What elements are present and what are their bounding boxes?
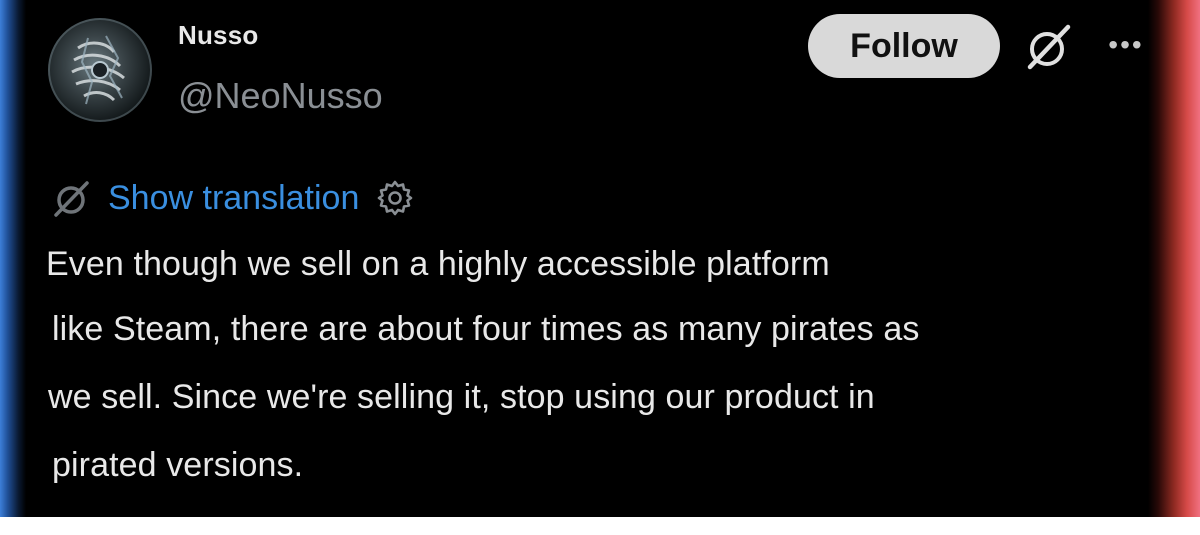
right-edge-glow bbox=[1148, 0, 1200, 517]
more-options-icon[interactable]: ••• bbox=[1103, 30, 1149, 60]
avatar[interactable] bbox=[48, 18, 152, 122]
author-display-name[interactable]: Nusso bbox=[178, 20, 258, 51]
show-translation-link[interactable]: Show translation bbox=[108, 179, 359, 218]
settings-gear-icon[interactable] bbox=[375, 178, 415, 218]
follow-button[interactable]: Follow bbox=[808, 14, 1000, 78]
post-text-line-1: Even though we sell on a highly accessib… bbox=[46, 245, 830, 283]
translation-row: Show translation bbox=[50, 176, 415, 220]
post-text-line-4: pirated versions. bbox=[52, 446, 304, 484]
translate-icon bbox=[50, 176, 94, 220]
author-handle[interactable]: @NeoNusso bbox=[178, 75, 383, 117]
left-edge-glow bbox=[0, 0, 26, 517]
grok-icon[interactable] bbox=[1022, 20, 1076, 74]
post-card: Nusso @NeoNusso Follow ••• Show translat… bbox=[0, 0, 1200, 517]
post-text-line-3: we sell. Since we're selling it, stop us… bbox=[48, 378, 875, 416]
post-text-line-2: like Steam, there are about four times a… bbox=[52, 310, 920, 348]
